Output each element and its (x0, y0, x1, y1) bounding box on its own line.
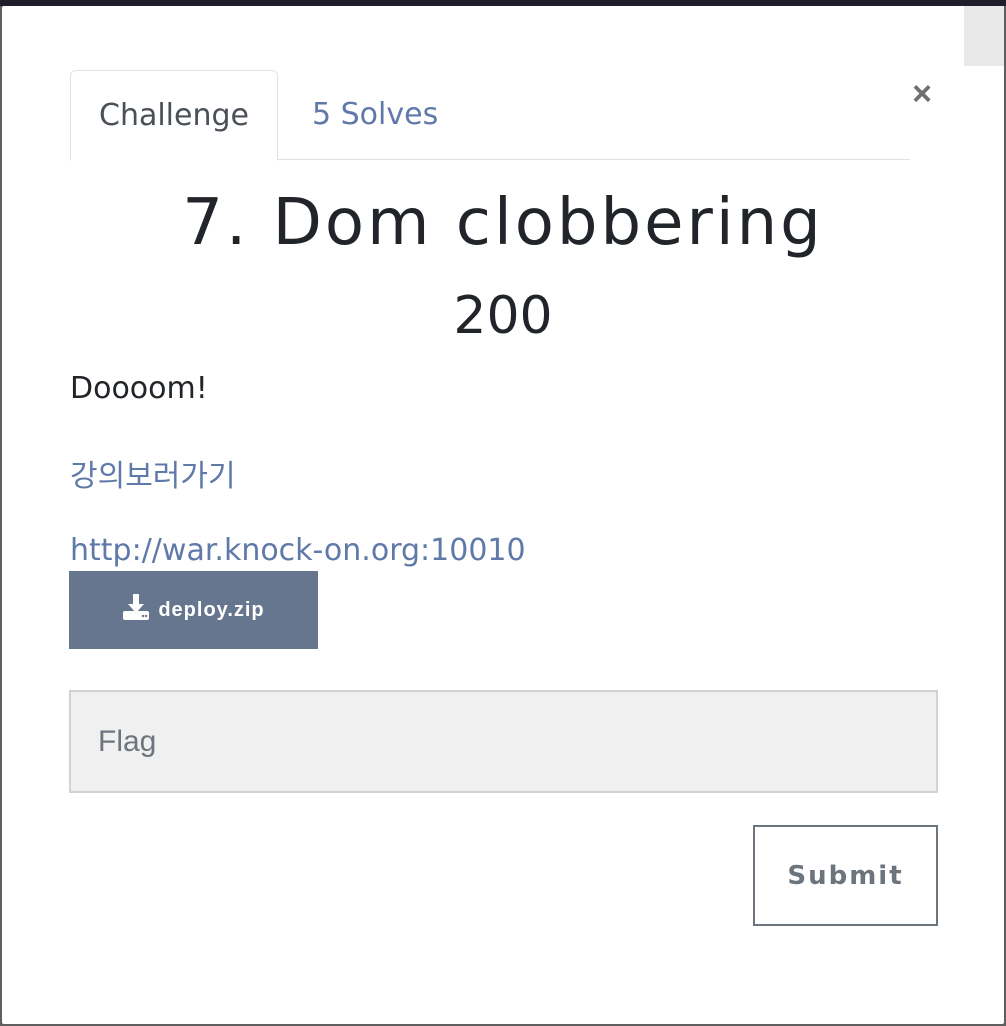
flag-input[interactable] (69, 690, 938, 793)
tab-solves[interactable]: 5 Solves (278, 70, 472, 160)
challenge-modal: × Challenge 5 Solves 7. Dom clobbering 2… (2, 6, 1004, 1024)
challenge-description: Doooom! (70, 371, 208, 406)
download-file-label: deploy.zip (158, 598, 265, 621)
modal-tabs: Challenge 5 Solves (70, 70, 910, 161)
download-icon (122, 593, 158, 627)
challenge-url-link[interactable]: http://war.knock-on.org:10010 (70, 533, 526, 568)
tab-challenge[interactable]: Challenge (70, 70, 278, 161)
challenge-title: 7. Dom clobbering (182, 186, 824, 260)
download-file-button[interactable]: deploy.zip (69, 571, 318, 649)
scrollbar-track[interactable] (964, 6, 1004, 66)
tab-challenge-label: Challenge (99, 98, 249, 133)
tab-solves-label: 5 Solves (312, 97, 439, 132)
lecture-link[interactable]: 강의보러가기 (70, 451, 236, 495)
close-icon[interactable]: × (908, 77, 936, 111)
submit-button[interactable]: Submit (753, 825, 938, 926)
challenge-value: 200 (453, 286, 553, 346)
